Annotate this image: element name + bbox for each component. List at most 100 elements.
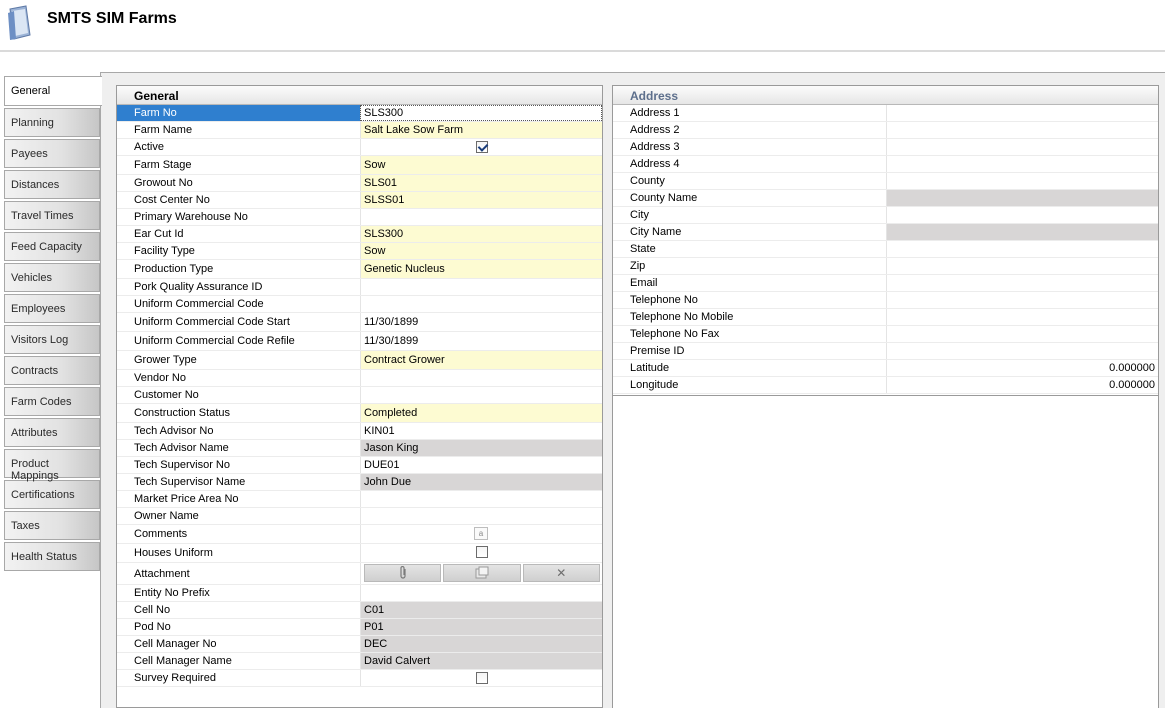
field-label: Market Price Area No bbox=[134, 493, 239, 505]
email-field[interactable] bbox=[886, 275, 1158, 291]
tab-contracts[interactable]: Contracts bbox=[4, 356, 100, 385]
farm-no-field[interactable]: SLS300 bbox=[360, 105, 602, 121]
ucc-refile-field[interactable]: 11/30/1899 bbox=[360, 332, 602, 350]
row-farm-name: Farm Name Salt Lake Sow Farm bbox=[117, 122, 602, 139]
row-survey-required: Survey Required bbox=[117, 670, 602, 687]
field-label: Active bbox=[134, 141, 164, 153]
entity-no-prefix-field[interactable] bbox=[360, 585, 602, 601]
row-facility-type: Facility Type Sow bbox=[117, 243, 602, 260]
facility-type-field[interactable]: Sow bbox=[360, 243, 602, 259]
delete-attachment-button[interactable]: ✕ bbox=[522, 564, 600, 582]
tab-general[interactable]: General bbox=[4, 76, 102, 106]
open-attachment-button[interactable] bbox=[443, 564, 521, 582]
growout-no-field[interactable]: SLS01 bbox=[360, 175, 602, 191]
tech-advisor-name-field: Jason King bbox=[360, 440, 602, 456]
row-farm-stage: Farm Stage Sow bbox=[117, 156, 602, 175]
row-grower-type: Grower Type Contract Grower bbox=[117, 351, 602, 370]
row-address-1: Address 1 bbox=[613, 105, 1158, 122]
survey-required-field bbox=[360, 670, 602, 686]
county-field[interactable] bbox=[886, 173, 1158, 189]
city-field[interactable] bbox=[886, 207, 1158, 223]
production-type-field[interactable]: Genetic Nucleus bbox=[360, 260, 602, 278]
construction-status-field[interactable]: Completed bbox=[360, 404, 602, 422]
field-label: Survey Required bbox=[134, 672, 216, 684]
row-cost-center-no: Cost Center No SLSS01 bbox=[117, 192, 602, 209]
grower-type-field[interactable]: Contract Grower bbox=[360, 351, 602, 369]
tech-supervisor-no-field[interactable]: DUE01 bbox=[360, 457, 602, 473]
tab-travel-times[interactable]: Travel Times bbox=[4, 201, 100, 230]
tab-planning[interactable]: Planning bbox=[4, 108, 100, 137]
field-label: Address 4 bbox=[630, 158, 680, 170]
houses-uniform-field bbox=[360, 544, 602, 562]
tab-payees[interactable]: Payees bbox=[4, 139, 100, 168]
uniform-commercial-code-field[interactable] bbox=[360, 296, 602, 312]
row-growout-no: Growout No SLS01 bbox=[117, 175, 602, 192]
tab-employees[interactable]: Employees bbox=[4, 294, 100, 323]
field-label: Customer No bbox=[134, 389, 199, 401]
field-label: Cell No bbox=[134, 604, 171, 616]
telephone-no-field[interactable] bbox=[886, 292, 1158, 308]
row-houses-uniform: Houses Uniform bbox=[117, 544, 602, 563]
address-4-field[interactable] bbox=[886, 156, 1158, 172]
header-divider bbox=[0, 50, 1165, 52]
comment-icon[interactable]: a bbox=[474, 527, 488, 540]
row-ear-cut-id: Ear Cut Id SLS300 bbox=[117, 226, 602, 243]
telephone-no-fax-field[interactable] bbox=[886, 326, 1158, 342]
attach-file-button[interactable] bbox=[364, 564, 442, 582]
app-title: SMTS SIM Farms bbox=[47, 10, 177, 27]
paperclip-icon bbox=[400, 565, 406, 579]
survey-required-checkbox[interactable] bbox=[476, 672, 488, 684]
pork-quality-assurance-id-field[interactable] bbox=[360, 279, 602, 295]
customer-no-field[interactable] bbox=[360, 387, 602, 403]
telephone-no-mobile-field[interactable] bbox=[886, 309, 1158, 325]
farm-stage-field[interactable]: Sow bbox=[360, 156, 602, 174]
active-checkbox[interactable] bbox=[476, 141, 488, 153]
tab-list: General Planning Payees Distances Travel… bbox=[4, 76, 102, 573]
zip-field[interactable] bbox=[886, 258, 1158, 274]
county-name-field bbox=[886, 190, 1158, 206]
tech-advisor-no-field[interactable]: KIN01 bbox=[360, 423, 602, 439]
field-label: Longitude bbox=[630, 379, 679, 391]
field-label: Pod No bbox=[134, 621, 171, 633]
address-3-field[interactable] bbox=[886, 139, 1158, 155]
field-label: Farm Stage bbox=[134, 159, 192, 171]
ear-cut-id-field[interactable]: SLS300 bbox=[360, 226, 602, 242]
tab-feed-capacity[interactable]: Feed Capacity bbox=[4, 232, 100, 261]
row-state: State bbox=[613, 241, 1158, 258]
tab-farm-codes[interactable]: Farm Codes bbox=[4, 387, 100, 416]
state-field[interactable] bbox=[886, 241, 1158, 257]
premise-id-field[interactable] bbox=[886, 343, 1158, 359]
longitude-field[interactable]: 0.000000 bbox=[886, 377, 1158, 393]
tab-product-mappings[interactable]: Product Mappings bbox=[4, 449, 100, 482]
row-telephone-no-mobile: Telephone No Mobile bbox=[613, 309, 1158, 326]
cell-no-field: C01 bbox=[360, 602, 602, 618]
row-county-name: County Name bbox=[613, 190, 1158, 207]
row-pork-quality-assurance-id: Pork Quality Assurance ID bbox=[117, 279, 602, 296]
tab-attributes[interactable]: Attributes bbox=[4, 418, 100, 447]
tab-taxes[interactable]: Taxes bbox=[4, 511, 100, 540]
tab-distances[interactable]: Distances bbox=[4, 170, 100, 199]
farm-name-field[interactable]: Salt Lake Sow Farm bbox=[360, 122, 602, 138]
tab-vehicles[interactable]: Vehicles bbox=[4, 263, 100, 292]
ucc-start-field[interactable]: 11/30/1899 bbox=[360, 313, 602, 331]
primary-warehouse-no-field[interactable] bbox=[360, 209, 602, 225]
address-2-field[interactable] bbox=[886, 122, 1158, 138]
owner-name-field[interactable] bbox=[360, 508, 602, 524]
cost-center-no-field[interactable]: SLSS01 bbox=[360, 192, 602, 208]
address-1-field[interactable] bbox=[886, 105, 1158, 121]
houses-uniform-checkbox[interactable] bbox=[476, 546, 488, 558]
field-label: Uniform Commercial Code Refile bbox=[134, 335, 295, 347]
vendor-no-field[interactable] bbox=[360, 370, 602, 386]
field-label: Tech Supervisor Name bbox=[134, 476, 246, 488]
latitude-field[interactable]: 0.000000 bbox=[886, 360, 1158, 376]
market-price-area-no-field[interactable] bbox=[360, 491, 602, 507]
tab-visitors-log[interactable]: Visitors Log bbox=[4, 325, 100, 354]
tab-certifications[interactable]: Certifications bbox=[4, 480, 100, 509]
tab-health-status[interactable]: Health Status bbox=[4, 542, 100, 571]
row-cell-manager-no: Cell Manager No DEC bbox=[117, 636, 602, 653]
comments-field[interactable]: a bbox=[360, 525, 602, 543]
row-tech-supervisor-name: Tech Supervisor Name John Due bbox=[117, 474, 602, 491]
row-premise-id: Premise ID bbox=[613, 343, 1158, 360]
field-label: Facility Type bbox=[134, 245, 195, 257]
row-farm-no[interactable]: Farm No SLS300 bbox=[117, 105, 602, 122]
